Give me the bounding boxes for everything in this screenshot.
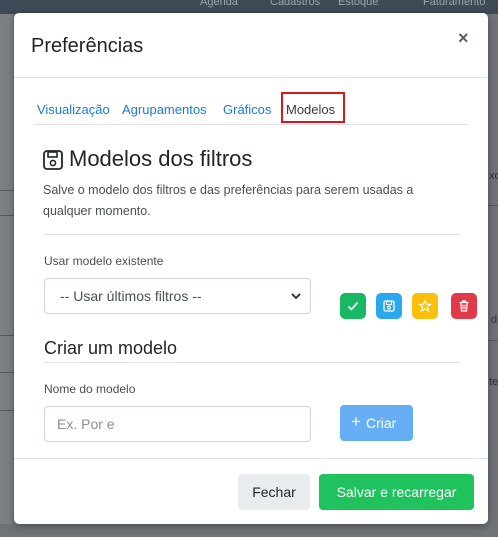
header-divider (14, 77, 488, 78)
delete-model-button[interactable] (451, 293, 477, 319)
bg-divider (488, 205, 498, 206)
bg-fragment: xo (489, 170, 498, 182)
chevron-down-icon (291, 293, 301, 300)
apply-model-button[interactable] (340, 293, 366, 319)
save-icon (383, 300, 395, 312)
section-title: Modelos dos filtros (69, 146, 253, 171)
create-divider (44, 362, 460, 363)
create-model-button-label: Criar (366, 415, 397, 431)
footer-divider (14, 458, 488, 459)
close-button[interactable]: Fechar (238, 474, 310, 510)
tab-highlight-box (281, 92, 345, 123)
bg-divider (0, 372, 14, 373)
model-select[interactable]: -- Usar últimos filtros -- (44, 278, 311, 314)
background-navbar: Agenda Cadastros Estoque Faturamento (0, 0, 498, 14)
tab-visualizacao[interactable]: Visualização (37, 102, 110, 117)
tabs-divider (34, 124, 468, 125)
bg-fragment: te (489, 376, 498, 388)
bg-divider (0, 215, 14, 216)
star-icon (418, 299, 432, 313)
preferences-modal: Preferências × Visualização Agrupamentos… (14, 13, 488, 524)
bg-nav-item-faturamento: Faturamento (423, 0, 486, 8)
bg-nav-item-estoque: Estoque (338, 0, 379, 8)
bg-divider (488, 340, 498, 341)
bg-nav-item-cadastros: Cadastros (270, 0, 321, 8)
model-name-label: Nome do modelo (44, 382, 136, 396)
save-model-button[interactable] (376, 293, 402, 319)
background-left-panel (0, 14, 13, 524)
section-divider (44, 234, 460, 235)
bg-divider (0, 335, 14, 336)
section-description: Salve o modelo dos filtros e das preferê… (43, 183, 414, 218)
bg-divider (0, 410, 14, 411)
model-name-input[interactable]: Ex. Por e (44, 406, 311, 442)
model-select-value: -- Usar últimos filtros -- (60, 288, 202, 304)
create-model-button[interactable]: + Criar (340, 405, 413, 441)
model-name-placeholder: Ex. Por e (57, 416, 115, 432)
modal-title: Preferências (31, 35, 144, 57)
tab-agrupamentos[interactable]: Agrupamentos (122, 102, 207, 117)
existing-model-label: Usar modelo existente (44, 254, 164, 268)
trash-icon (459, 300, 469, 312)
tab-graficos[interactable]: Gráficos (223, 102, 271, 117)
create-model-title: Criar um modelo (44, 338, 178, 358)
bg-divider (0, 190, 14, 191)
bg-nav-item-agenda: Agenda (200, 0, 238, 8)
default-model-button[interactable] (412, 293, 438, 319)
check-icon (347, 301, 359, 311)
save-and-reload-button[interactable]: Salvar e recarregar (319, 474, 474, 510)
close-icon[interactable]: × (458, 28, 469, 49)
save-icon (43, 150, 63, 170)
bg-fragment: d (491, 314, 498, 326)
plus-icon: + (351, 412, 361, 431)
